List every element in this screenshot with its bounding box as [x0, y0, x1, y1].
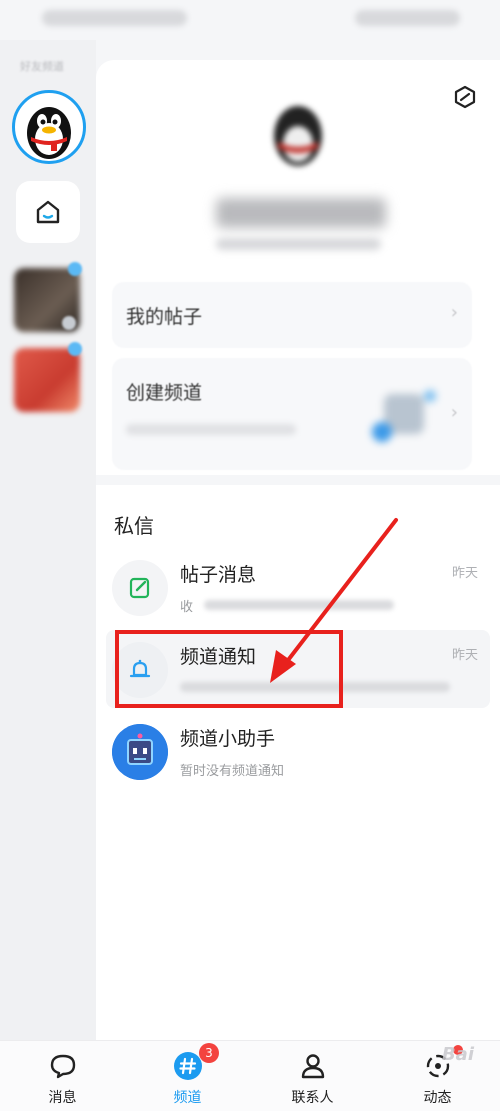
- dm-item-preview-blurred: [204, 600, 394, 610]
- contacts-person-icon: [298, 1051, 328, 1081]
- tab-label: 联系人: [291, 1090, 334, 1106]
- tab-feed[interactable]: 动态: [375, 1041, 500, 1111]
- rail-label: 好友频道: [20, 60, 64, 73]
- channel-thumbnail-1-mark: [62, 316, 76, 330]
- dm-item-time: 昨天: [451, 648, 478, 663]
- profile-avatar: [274, 106, 322, 166]
- tab-channels[interactable]: 3 频道: [125, 1041, 250, 1111]
- dm-item-time: 昨天: [451, 566, 478, 581]
- create-channel-label: 创建频道: [126, 382, 203, 404]
- tab-messages[interactable]: 消息: [0, 1041, 125, 1111]
- message-bubble-icon: [48, 1051, 78, 1081]
- channel-thumbnail-2-dot: [68, 342, 82, 356]
- dm-item-title: 帖子消息: [180, 564, 257, 586]
- dm-item-channel-assistant[interactable]: 频道小助手 暂时没有频道通知: [106, 712, 490, 790]
- chevron-right-icon: ›: [450, 302, 458, 323]
- my-posts-label: 我的帖子: [126, 306, 203, 328]
- settings-button[interactable]: [450, 82, 480, 112]
- status-bar-indicators-blur: [355, 10, 460, 26]
- tab-contacts[interactable]: 联系人: [250, 1041, 375, 1111]
- hexagon-settings-icon: [454, 85, 476, 109]
- main-panel: 我的帖子 › 创建频道 › 私信 帖子消息 昨天 收 频道通知 昨天 频道小助手…: [96, 60, 500, 1040]
- tab-label: 频道: [173, 1090, 202, 1106]
- tab-label: 动态: [423, 1090, 452, 1106]
- dm-section-title: 私信: [114, 514, 154, 538]
- home-shield-icon: [36, 200, 60, 224]
- create-channel-card[interactable]: 创建频道 ›: [112, 358, 472, 470]
- bottom-tab-bar: 消息 3 频道 联系人 动态: [0, 1040, 500, 1111]
- tab-badge-count: 3: [199, 1043, 219, 1063]
- channel-rail: 好友频道: [0, 40, 96, 1040]
- watermark-text: Bai: [441, 1044, 474, 1065]
- channel-home-button[interactable]: [16, 181, 80, 243]
- dm-item-icon: [112, 560, 168, 616]
- dm-item-post-messages[interactable]: 帖子消息 昨天 收: [106, 548, 490, 626]
- dm-item-icon: [112, 724, 168, 780]
- channel-thumbnail-1-dot: [68, 262, 82, 276]
- dm-item-title: 频道小助手: [180, 728, 276, 750]
- my-avatar[interactable]: [12, 90, 86, 164]
- profile-subtitle-blurred: [216, 238, 381, 250]
- create-channel-illustration: [372, 390, 436, 442]
- tab-label: 消息: [48, 1090, 77, 1106]
- chevron-right-icon: ›: [450, 402, 458, 423]
- robot-assistant-icon: [112, 724, 168, 780]
- section-divider: [96, 475, 500, 485]
- annotation-highlight-box: [115, 630, 343, 708]
- my-posts-card[interactable]: 我的帖子 ›: [112, 282, 472, 348]
- qq-penguin-icon: [27, 107, 71, 159]
- edit-note-icon: [129, 577, 150, 599]
- status-bar-time-blur: [42, 10, 187, 26]
- dm-item-preview: 收: [180, 600, 194, 615]
- create-channel-subtitle-blurred: [126, 424, 296, 435]
- channel-thumbnail-2[interactable]: [14, 348, 80, 412]
- status-bar: [0, 0, 500, 40]
- dm-item-preview: 暂时没有频道通知: [180, 764, 285, 779]
- profile-name-blurred: [216, 198, 386, 228]
